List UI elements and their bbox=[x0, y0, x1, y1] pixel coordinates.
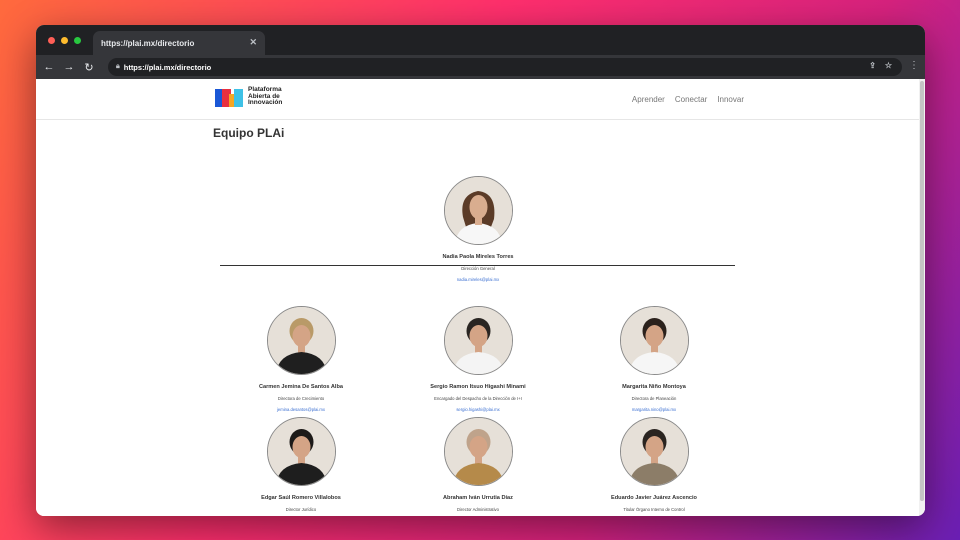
bookmark-star-icon[interactable]: ☆ bbox=[885, 61, 892, 70]
lock-icon: 🔒︎ bbox=[116, 63, 120, 70]
team-member-name: Eduardo Javier Juárez Ascencio bbox=[611, 495, 697, 501]
logo-wordmark: Plataforma Abierta de Innovación bbox=[248, 87, 282, 107]
team-member-photo bbox=[619, 306, 689, 375]
director-card: Nadia Paola Mireles Torres Dirección Gen… bbox=[378, 176, 578, 282]
team-member-name: Margarita Niño Montoya bbox=[622, 384, 686, 390]
team-member-email[interactable]: margarita.nino@plai.mx bbox=[554, 407, 754, 412]
team-member-email[interactable]: jemina.desantos@plai.mx bbox=[201, 407, 401, 412]
team-member-role: Director Jurídico bbox=[285, 507, 317, 512]
team-member-name: Sergio Ramon Itsuo Higashi Minami bbox=[430, 384, 526, 390]
share-icon[interactable]: ⇪ bbox=[869, 61, 876, 70]
window-controls bbox=[48, 37, 81, 44]
browser-tab[interactable]: https://plai.mx/directorio ✕ bbox=[93, 31, 265, 55]
browser-window: https://plai.mx/directorio ✕ ← → ↻ 🔒︎ ht… bbox=[36, 25, 925, 516]
plai-logo-icon bbox=[215, 89, 243, 107]
team-member-name: Edgar Saúl Romero Villalobos bbox=[261, 495, 341, 501]
team-member-name: Carmen Jemina De Santos Alba bbox=[258, 384, 344, 390]
tab-title: https://plai.mx/directorio bbox=[101, 38, 195, 48]
team-member-card: Margarita Niño Montoya Directora de Plane… bbox=[554, 306, 754, 412]
section-divider bbox=[220, 265, 735, 266]
team-member-card: Abraham Iván Urrutia Díaz Director Admini… bbox=[378, 417, 578, 516]
director-email[interactable]: nadia.mireles@plai.mx bbox=[378, 277, 578, 282]
tab-close-icon[interactable]: ✕ bbox=[249, 37, 257, 48]
team-member-card: Sergio Ramon Itsuo Higashi Minami Encarga… bbox=[378, 306, 578, 412]
back-arrow-icon[interactable]: ← bbox=[42, 60, 56, 74]
team-member-role: Directora de Planeación bbox=[631, 396, 677, 401]
director-role: Dirección General bbox=[461, 266, 495, 271]
team-member-photo bbox=[619, 417, 689, 486]
team-member-photo bbox=[266, 417, 336, 486]
page-viewport: Plataforma Abierta de Innovación Aprende… bbox=[36, 79, 925, 516]
team-member-photo bbox=[443, 306, 513, 375]
director-name: Nadia Paola Mireles Torres bbox=[442, 254, 514, 260]
director-photo bbox=[443, 176, 513, 245]
logo-line-3: Innovación bbox=[248, 99, 283, 107]
team-member-photo bbox=[443, 417, 513, 486]
team-member-email[interactable]: sergio.higashi@plai.mx bbox=[378, 407, 578, 412]
address-bar[interactable]: 🔒︎ https://plai.mx/directorio ⇪ ☆ bbox=[108, 58, 902, 76]
team-member-photo bbox=[266, 306, 336, 375]
forward-arrow-icon[interactable]: → bbox=[62, 60, 76, 74]
browser-toolbar: ← → ↻ 🔒︎ https://plai.mx/directorio ⇪ ☆ … bbox=[36, 55, 925, 79]
browser-menu-icon[interactable]: ⋮ bbox=[909, 60, 919, 71]
team-member-name: Abraham Iván Urrutia Díaz bbox=[443, 495, 513, 501]
nav-innovar[interactable]: Innovar bbox=[717, 95, 744, 104]
team-member-role: Directora de Crecimiento bbox=[277, 396, 325, 401]
reload-icon[interactable]: ↻ bbox=[82, 60, 96, 74]
team-member-role: Director Administrativo bbox=[457, 507, 499, 512]
address-url: https://plai.mx/directorio bbox=[123, 62, 212, 72]
close-window-button[interactable] bbox=[48, 37, 55, 44]
maximize-window-button[interactable] bbox=[74, 37, 81, 44]
site-header: Plataforma Abierta de Innovación Aprende… bbox=[36, 79, 919, 120]
site-logo[interactable]: Plataforma Abierta de Innovación bbox=[214, 86, 282, 108]
page-title: Equipo PLAi bbox=[213, 126, 285, 140]
minimize-window-button[interactable] bbox=[61, 37, 68, 44]
nav-aprender[interactable]: Aprender bbox=[632, 95, 665, 104]
team-member-card: Edgar Saúl Romero Villalobos Director Jur… bbox=[201, 417, 401, 516]
team-member-role: Titular Órgano Interno de Control bbox=[623, 507, 685, 512]
tab-bar: https://plai.mx/directorio ✕ bbox=[36, 25, 925, 55]
team-member-card: Carmen Jemina De Santos Alba Directora de… bbox=[201, 306, 401, 412]
nav-conectar[interactable]: Conectar bbox=[675, 95, 707, 104]
scrollbar-thumb[interactable] bbox=[920, 81, 924, 501]
team-member-role: Encargado del Despacho de la Dirección d… bbox=[434, 396, 522, 401]
team-member-card: Eduardo Javier Juárez Ascencio Titular Ór… bbox=[554, 417, 754, 516]
main-nav: Aprender Conectar Innovar bbox=[632, 95, 744, 104]
page-scrollbar[interactable] bbox=[919, 79, 925, 516]
